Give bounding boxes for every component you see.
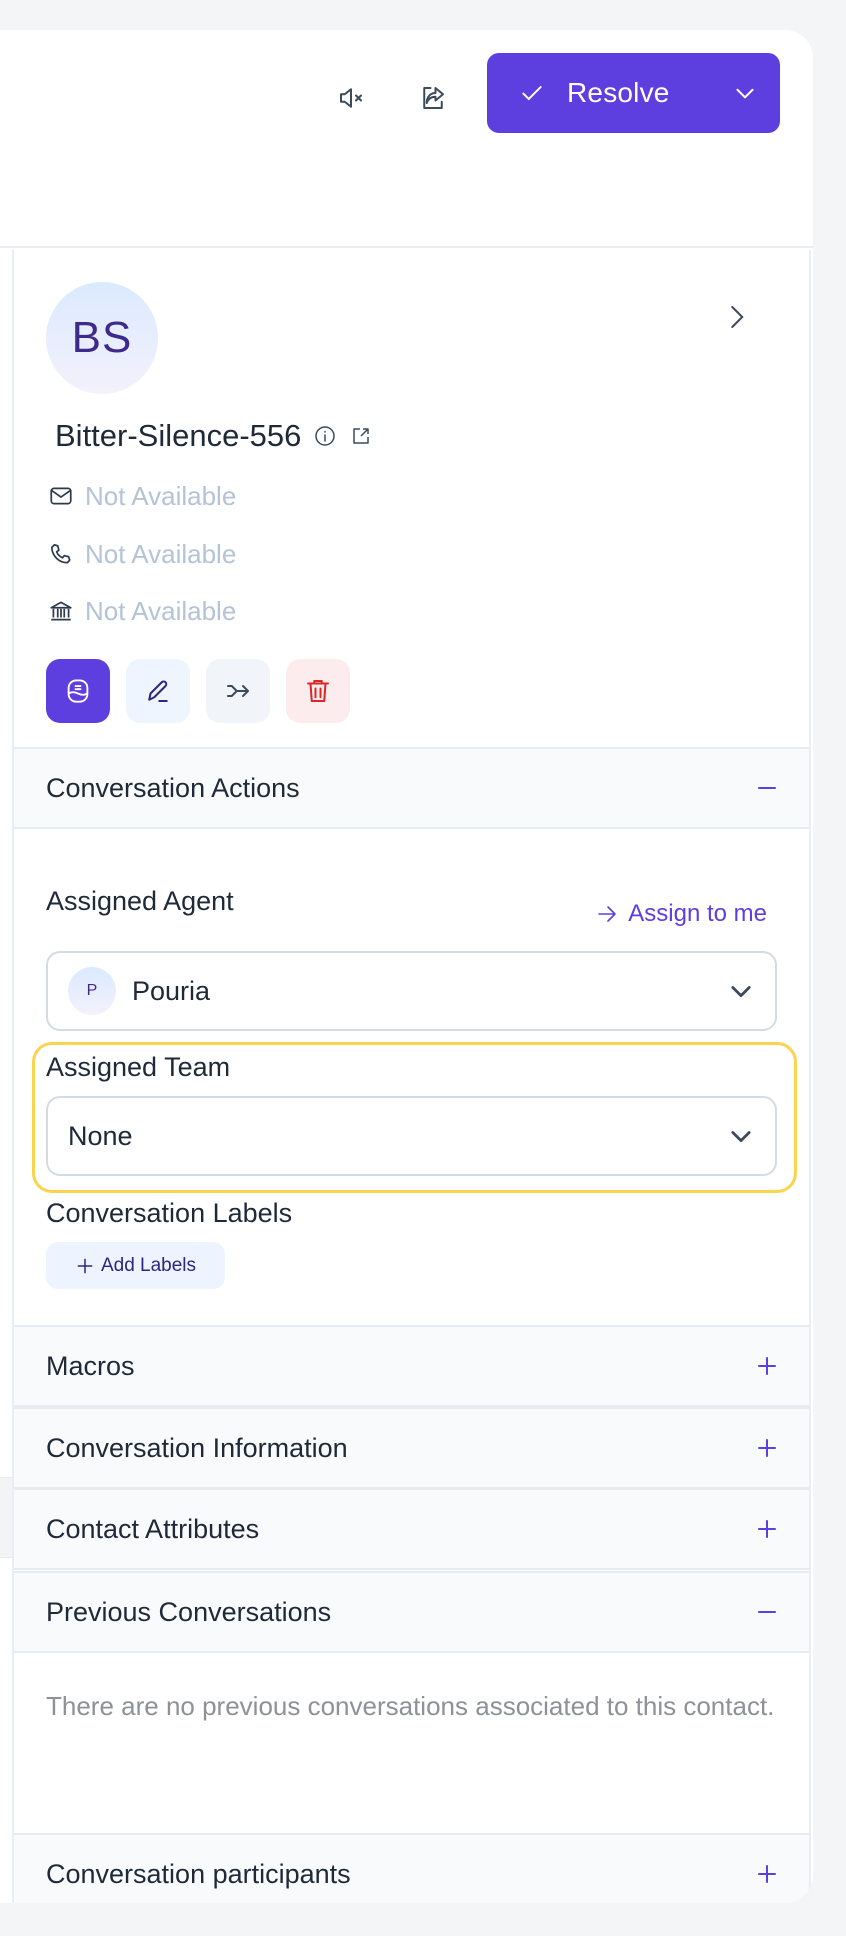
edit-contact-button[interactable] xyxy=(126,659,190,723)
section-title: Contact Attributes xyxy=(46,1513,260,1544)
minus-icon xyxy=(758,1611,776,1613)
conversation-card: Resolve BS Bitter-Silence-556 Not Availa… xyxy=(0,30,813,1903)
conversation-header: Resolve xyxy=(0,30,813,248)
contact-panel: BS Bitter-Silence-556 Not Available Not … xyxy=(14,250,809,747)
expand-toggle[interactable] xyxy=(755,1354,779,1378)
trash-icon xyxy=(307,680,329,702)
minus-icon xyxy=(758,787,776,789)
contact-expand-button[interactable] xyxy=(721,302,751,332)
share-icon xyxy=(423,87,444,109)
delete-contact-button[interactable] xyxy=(286,659,350,723)
contact-phone: Not Available xyxy=(85,538,237,569)
section-conversation-information[interactable]: Conversation Information xyxy=(14,1407,809,1489)
chevron-right-icon xyxy=(731,306,744,328)
assigned-agent-label: Assigned Agent xyxy=(46,886,234,916)
resolve-main[interactable]: Resolve xyxy=(487,53,710,133)
contact-email: Not Available xyxy=(85,480,237,511)
merge-icon xyxy=(227,685,249,697)
resolve-dropdown-button[interactable] xyxy=(710,53,780,133)
assigned-agent-value: Pouria xyxy=(132,975,211,1006)
check-icon xyxy=(522,86,542,101)
merge-contact-button[interactable] xyxy=(206,659,270,723)
section-contact-attributes[interactable]: Contact Attributes xyxy=(14,1488,809,1570)
plus-icon xyxy=(758,1439,776,1457)
open-contact-button[interactable] xyxy=(349,424,373,448)
contact-phone-row: Not Available xyxy=(48,539,236,569)
add-labels-label: Add Labels xyxy=(100,1254,197,1276)
phone-icon xyxy=(50,543,71,564)
plus-icon xyxy=(77,1258,93,1273)
chevron-down-icon xyxy=(731,1131,751,1143)
section-title: Macros xyxy=(46,1350,135,1381)
section-previous-conversations[interactable]: Previous Conversations xyxy=(14,1571,809,1653)
contact-company-row: Not Available xyxy=(48,596,236,626)
contact-company: Not Available xyxy=(85,595,237,626)
pencil-icon xyxy=(148,680,168,702)
assign-to-me-label: Assign to me xyxy=(628,900,767,927)
section-macros[interactable]: Macros xyxy=(14,1325,809,1407)
section-conversation-participants[interactable]: Conversation participants xyxy=(14,1833,809,1903)
section-title: Conversation participants xyxy=(46,1858,351,1889)
collapse-toggle[interactable] xyxy=(755,776,779,800)
resolve-label: Resolve xyxy=(567,77,670,108)
plus-icon xyxy=(758,1865,776,1883)
plus-icon xyxy=(758,1520,776,1538)
section-conversation-actions[interactable]: Conversation Actions xyxy=(14,747,809,829)
assigned-team-value: None xyxy=(68,1120,133,1151)
mute-button[interactable] xyxy=(331,78,371,118)
conversation-labels-label: Conversation Labels xyxy=(46,1198,293,1228)
expand-toggle[interactable] xyxy=(755,1517,779,1541)
assigned-team-label: Assigned Team xyxy=(46,1052,231,1082)
section-title: Previous Conversations xyxy=(46,1596,332,1627)
mail-icon xyxy=(50,487,72,505)
collapse-toggle[interactable] xyxy=(755,1600,779,1624)
share-button[interactable] xyxy=(413,78,453,118)
info-icon xyxy=(315,426,336,446)
assigned-team-select[interactable]: None xyxy=(46,1096,777,1176)
contact-info-button[interactable] xyxy=(313,424,337,448)
assigned-agent-select[interactable]: P Pouria xyxy=(46,951,777,1031)
new-message-button[interactable] xyxy=(46,659,110,723)
chevron-down-icon xyxy=(736,88,754,99)
expand-toggle[interactable] xyxy=(755,1436,779,1460)
contact-sidebar: BS Bitter-Silence-556 Not Available Not … xyxy=(12,250,811,1903)
chevron-down-icon xyxy=(731,986,751,998)
external-link-icon xyxy=(353,428,370,444)
section-title: Conversation Actions xyxy=(46,772,300,803)
contact-email-row: Not Available xyxy=(48,481,236,511)
bank-icon xyxy=(50,601,72,621)
chat-bubble-icon xyxy=(67,679,89,703)
contact-name: Bitter-Silence-556 xyxy=(55,418,302,453)
contact-name-row: Bitter-Silence-556 xyxy=(55,416,373,456)
agent-avatar: P xyxy=(68,967,116,1015)
assign-to-me-link[interactable]: Assign to me xyxy=(595,900,767,928)
conversation-list-edge xyxy=(0,1477,12,1558)
previous-conversations-body: There are no previous conversations asso… xyxy=(14,1651,809,1833)
arrow-right-icon xyxy=(598,906,617,922)
plus-icon xyxy=(758,1357,776,1375)
contact-avatar: BS xyxy=(46,282,158,394)
expand-toggle[interactable] xyxy=(755,1862,779,1886)
mute-icon xyxy=(340,88,362,108)
add-labels-button[interactable]: Add Labels xyxy=(46,1242,225,1289)
empty-state-text: There are no previous conversations asso… xyxy=(46,1691,775,1721)
section-title: Conversation Information xyxy=(46,1432,348,1463)
resolve-button[interactable]: Resolve xyxy=(487,53,780,133)
